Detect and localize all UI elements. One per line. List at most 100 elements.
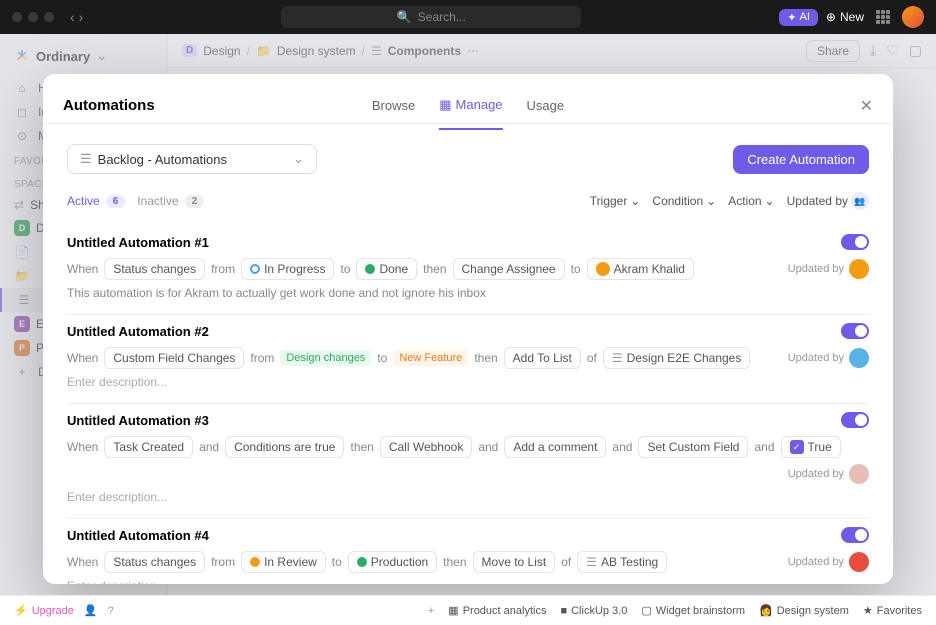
add-icon[interactable]: +: [428, 605, 434, 617]
topbar: ‹ › 🔍 Search... ✦ AI ⊕ New: [0, 0, 936, 34]
filter-action[interactable]: Action ⌄: [728, 194, 774, 208]
footer-item[interactable]: ▦ Product analytics: [448, 604, 546, 617]
automation-item: Untitled Automation #1 When Status chang…: [67, 226, 869, 315]
automation-description[interactable]: Enter description...: [67, 490, 869, 504]
status-dot-icon: [250, 264, 260, 274]
automation-title[interactable]: Untitled Automation #2: [67, 324, 209, 339]
search-input[interactable]: 🔍 Search...: [281, 6, 581, 28]
status-chip[interactable]: Done: [356, 258, 417, 280]
status-chip[interactable]: Production: [348, 551, 437, 573]
action-chip[interactable]: Add To List: [504, 347, 581, 369]
action-chip[interactable]: Set Custom Field: [638, 436, 748, 458]
window-controls: [12, 12, 54, 22]
close-button[interactable]: ✕: [860, 96, 873, 116]
avatar-icon: [596, 262, 610, 276]
status-dot-icon: [365, 264, 375, 274]
updated-by-label: Updated by: [788, 259, 869, 279]
checkbox-icon: ✓: [790, 440, 804, 454]
avatar-icon: [849, 552, 869, 572]
tab-browse[interactable]: Browse: [372, 81, 415, 130]
footer-item[interactable]: ■ ClickUp 3.0: [560, 605, 627, 617]
toggle-switch[interactable]: [841, 412, 869, 428]
tag-chip[interactable]: Design changes: [280, 350, 371, 366]
forward-icon[interactable]: ›: [79, 9, 84, 25]
status-chip[interactable]: In Review: [241, 551, 326, 573]
tab-usage[interactable]: Usage: [527, 81, 565, 130]
updated-by-label: Updated by: [788, 348, 869, 368]
automations-modal: Automations Browse ▦Manage Usage ✕ ☰ Bac…: [43, 74, 893, 584]
avatar-icon: [849, 259, 869, 279]
help-icon[interactable]: ?: [108, 605, 114, 617]
list-icon: ☰: [80, 151, 92, 167]
automation-description[interactable]: This automation is for Akram to actually…: [67, 286, 869, 300]
modal-overlay: Automations Browse ▦Manage Usage ✕ ☰ Bac…: [0, 34, 936, 595]
footer-item[interactable]: ★ Favorites: [863, 604, 922, 617]
chevron-down-icon: ⌄: [706, 194, 716, 208]
action-chip[interactable]: Call Webhook: [380, 436, 472, 458]
footer-item[interactable]: 👩 Design system: [759, 604, 849, 617]
trigger-chip[interactable]: Status changes: [104, 551, 205, 573]
action-chip[interactable]: Add a comment: [504, 436, 606, 458]
filter-active[interactable]: Active 6: [67, 194, 125, 208]
updated-by-label: Updated by: [788, 552, 869, 572]
automation-title[interactable]: Untitled Automation #1: [67, 235, 209, 250]
automation-description[interactable]: Enter description...: [67, 375, 869, 389]
trigger-chip[interactable]: Custom Field Changes: [104, 347, 244, 369]
trigger-chip[interactable]: Status changes: [104, 258, 205, 280]
status-dot-icon: [250, 557, 260, 567]
filter-trigger[interactable]: Trigger ⌄: [590, 194, 641, 208]
chevron-down-icon: ⌄: [765, 194, 775, 208]
toggle-switch[interactable]: [841, 527, 869, 543]
active-count-badge: 6: [106, 195, 126, 208]
footer-bar: ⚡ Upgrade 👤 ? + ▦ Product analytics ■ Cl…: [0, 595, 936, 625]
filter-inactive[interactable]: Inactive 2: [137, 194, 204, 208]
new-button[interactable]: ⊕ New: [826, 10, 864, 24]
assignee-chip[interactable]: Akram Khalid: [587, 258, 694, 280]
dropdown-label: Backlog - Automations: [98, 152, 227, 167]
automation-item: Untitled Automation #4 When Status chang…: [67, 519, 869, 584]
action-chip[interactable]: Move to List: [473, 551, 556, 573]
chevron-down-icon: ⌄: [630, 194, 640, 208]
automation-title[interactable]: Untitled Automation #3: [67, 413, 209, 428]
list-icon: ☰: [586, 555, 597, 569]
list-icon: ☰: [612, 351, 623, 365]
list-chip[interactable]: ☰Design E2E Changes: [603, 347, 751, 369]
nav-arrows: ‹ ›: [70, 9, 83, 25]
upgrade-button[interactable]: ⚡ Upgrade: [14, 604, 74, 617]
avatar-icon: [849, 348, 869, 368]
user-avatar[interactable]: [902, 6, 924, 28]
automation-description[interactable]: Enter description...: [67, 579, 869, 584]
bool-chip[interactable]: ✓True: [781, 436, 841, 458]
filter-updated-by[interactable]: Updated by 👥: [787, 192, 869, 210]
automation-item: Untitled Automation #3 When Task Created…: [67, 404, 869, 519]
automation-title[interactable]: Untitled Automation #4: [67, 528, 209, 543]
tab-manage[interactable]: ▦Manage: [439, 81, 502, 130]
ai-button[interactable]: ✦ AI: [779, 9, 818, 26]
modal-header: Automations Browse ▦Manage Usage ✕: [43, 74, 893, 124]
manage-icon: ▦: [439, 97, 451, 113]
toggle-switch[interactable]: [841, 323, 869, 339]
trigger-chip[interactable]: Task Created: [104, 436, 193, 458]
back-icon[interactable]: ‹: [70, 9, 75, 25]
tag-chip[interactable]: New Feature: [393, 350, 468, 366]
user-filter-icon: 👥: [851, 192, 869, 210]
create-automation-button[interactable]: Create Automation: [733, 145, 869, 174]
condition-chip[interactable]: Conditions are true: [225, 436, 344, 458]
footer-item[interactable]: ▢ Widget brainstorm: [641, 604, 745, 617]
modal-title: Automations: [63, 97, 155, 114]
list-chip[interactable]: ☰AB Testing: [577, 551, 667, 573]
search-placeholder: Search...: [418, 10, 466, 24]
status-chip[interactable]: In Progress: [241, 258, 334, 280]
action-chip[interactable]: Change Assignee: [453, 258, 565, 280]
automation-item: Untitled Automation #2 When Custom Field…: [67, 315, 869, 404]
apps-icon[interactable]: [876, 10, 890, 24]
user-icon[interactable]: 👤: [84, 604, 98, 617]
filter-condition[interactable]: Condition ⌄: [652, 194, 716, 208]
toggle-switch[interactable]: [841, 234, 869, 250]
updated-by-label: Updated by: [788, 464, 869, 484]
avatar-icon: [849, 464, 869, 484]
inactive-count-badge: 2: [185, 195, 205, 208]
chevron-down-icon: ⌄: [293, 151, 304, 167]
search-icon: 🔍: [397, 10, 412, 24]
list-selector-dropdown[interactable]: ☰ Backlog - Automations ⌄: [67, 144, 317, 174]
